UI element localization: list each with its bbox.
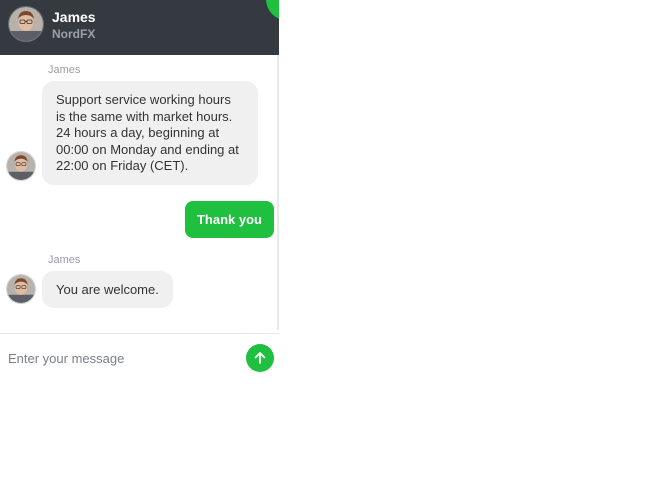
agent-name: James: [52, 9, 96, 25]
message-line: is the same with market hours.: [56, 108, 233, 124]
incoming-message-bubble: You are welcome.: [42, 271, 173, 308]
message-sender: James: [48, 64, 81, 76]
arrow-up-icon: [254, 352, 266, 364]
message-sender: James: [48, 254, 81, 266]
message-input[interactable]: [0, 344, 236, 372]
chat-widget: James NordFX James Support service worki…: [0, 0, 279, 380]
send-button[interactable]: [246, 344, 274, 372]
incoming-message-bubble: Support service working hours is the sam…: [42, 81, 258, 185]
company-name: NordFX: [52, 27, 96, 41]
message-line: 24 hours a day, beginning at: [56, 125, 220, 140]
person-avatar-icon: [7, 152, 35, 180]
message-line: 00:00 on Monday and ending at: [56, 141, 239, 157]
outgoing-message-bubble: Thank you: [185, 201, 274, 238]
message-line: Support service working hours: [56, 92, 231, 107]
agent-avatar-small: [6, 274, 36, 304]
person-avatar-icon: [7, 275, 35, 303]
minimize-button[interactable]: [266, 0, 279, 20]
composer-divider: [0, 333, 279, 334]
message-line: 22:00 on Friday (CET).: [56, 158, 189, 173]
chat-header: James NordFX: [0, 0, 279, 55]
scrollbar-track[interactable]: [277, 55, 279, 330]
agent-avatar: [8, 6, 44, 42]
agent-avatar-small: [6, 151, 36, 181]
person-avatar-icon: [9, 7, 43, 41]
